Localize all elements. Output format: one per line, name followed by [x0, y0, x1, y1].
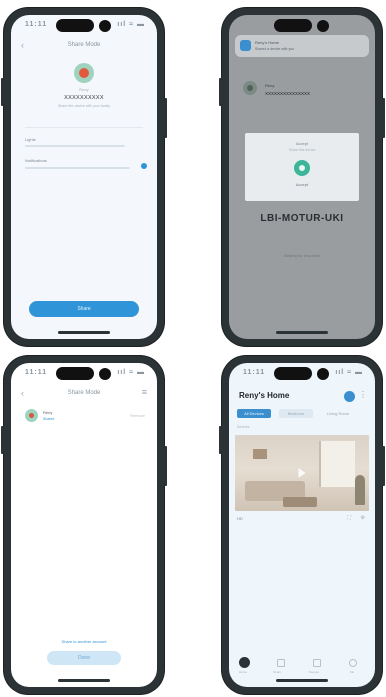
dynamic-island [274, 19, 330, 32]
nav-scenes-icon[interactable] [313, 659, 321, 667]
accept-dialog: Accept Share this device Accept [245, 133, 359, 201]
field-line [25, 167, 130, 169]
side-button [382, 98, 385, 138]
more-icon[interactable]: ⋮ [359, 390, 367, 399]
screen: Reny's Home Shared a device with you Ren… [229, 15, 375, 339]
dynamic-island [56, 367, 112, 380]
side-button [382, 446, 385, 486]
phone-2: Reny's Home Shared a device with you Ren… [219, 8, 385, 346]
notification-banner[interactable]: Reny's Home Shared a device with you [235, 35, 369, 57]
side-button [164, 98, 167, 138]
bottom-nav: Home Smart Scenes Me [229, 657, 375, 677]
section-label: Devices [237, 425, 250, 429]
side-button [219, 78, 222, 106]
share-button[interactable]: Share [29, 301, 139, 317]
side-button [1, 426, 4, 454]
phone-4: 11:11 ııl ≈ ▬ Reny's Home ⋮ All Devices … [219, 356, 385, 694]
toggle-dot[interactable] [141, 163, 147, 169]
nav-home-label: Home [239, 670, 248, 674]
remove-button[interactable]: Remove [130, 413, 145, 418]
screen: 11:11 ııl ≈ ▬ ‹ Share Mode Reny XXXXXXXX… [11, 15, 157, 339]
chip-bedroom[interactable]: Bedroom [279, 409, 313, 418]
dialog-title: Accept [295, 141, 309, 146]
camera-preview[interactable] [235, 435, 369, 511]
account-note: Share this device with your family [58, 104, 110, 108]
page-title: Share Mode [67, 390, 101, 396]
status-time: 11:11 [25, 369, 48, 376]
user-name: Reny [43, 410, 53, 415]
dynamic-island [56, 19, 112, 32]
nav-smart-icon[interactable] [277, 659, 285, 667]
dynamic-island [274, 367, 330, 380]
home-indicator [276, 331, 328, 334]
menu-icon[interactable]: ≡ [142, 387, 147, 397]
dialog-overlay-text: LBI-MOTUR-UKI [260, 213, 344, 224]
home-indicator [58, 679, 110, 682]
dialog-ok-button[interactable]: Accept [245, 182, 359, 187]
status-icons: ııl ≈ ▬ [117, 21, 145, 28]
notification-body: Shared a device with you [255, 47, 295, 51]
account-id: XXXXXXXXXX [64, 95, 104, 101]
status-time: 11:11 [25, 21, 48, 28]
side-button [219, 426, 222, 454]
table-image [283, 497, 317, 507]
divider [25, 127, 143, 128]
share-link[interactable]: Share to another account [11, 639, 157, 644]
nav-me-icon[interactable] [349, 659, 357, 667]
chip-living-room[interactable]: Living Room [321, 409, 355, 418]
nav-home-icon[interactable] [239, 657, 250, 668]
phone-3: 11:11 ııl ≈ ▬ ‹ Share Mode ≡ Reny Shared… [1, 356, 167, 694]
side-button [164, 446, 167, 486]
window-image [319, 441, 355, 487]
account-id: XXXXXXXXXXXXXXX [265, 91, 311, 96]
dialog-text: Share this device [288, 148, 316, 152]
done-button[interactable]: Done [47, 651, 121, 665]
profile-name: Reny [265, 83, 275, 88]
camera-label: HD [237, 516, 243, 521]
avatar [243, 81, 257, 95]
field-line [25, 145, 125, 147]
painting-image [253, 449, 267, 459]
nav-scenes-label: Scenes [309, 670, 320, 674]
profile-name: Reny [79, 87, 89, 92]
nav-smart-label: Smart [273, 670, 282, 674]
phone-1: 11:11 ııl ≈ ▬ ‹ Share Mode Reny XXXXXXXX… [1, 8, 167, 346]
status-icons: ııl ≈ ▬ [335, 369, 363, 376]
app-icon [240, 40, 251, 51]
plant-image [355, 475, 365, 505]
label-notifications: Notifications [25, 158, 47, 163]
avatar [74, 63, 94, 83]
room-tabs: All Devices Bedroom Living Room [237, 409, 369, 418]
screen: 11:11 ııl ≈ ▬ ‹ Share Mode ≡ Reny Shared… [11, 363, 157, 687]
play-icon[interactable] [298, 468, 306, 478]
nav-me-label: Me [350, 670, 355, 674]
header: ‹ Share Mode ≡ [11, 387, 157, 403]
status-time: 11:11 [243, 369, 266, 376]
header: ‹ Share Mode [11, 39, 157, 55]
settings-icon[interactable]: ⚙ [361, 515, 365, 521]
add-device-icon[interactable] [344, 391, 355, 402]
bottom-text: Waiting for response [283, 253, 321, 258]
notification-title: Reny's Home [255, 40, 279, 45]
status-icons: ııl ≈ ▬ [117, 369, 145, 376]
page-title: Share Mode [67, 42, 101, 48]
home-title[interactable]: Reny's Home [239, 391, 289, 400]
user-sub: Shared [43, 417, 55, 421]
home-indicator [58, 331, 110, 334]
fullscreen-icon[interactable]: ⛶ [347, 515, 351, 521]
screen: 11:11 ııl ≈ ▬ Reny's Home ⋮ All Devices … [229, 363, 375, 687]
home-indicator [276, 679, 328, 682]
device-icon [294, 160, 310, 176]
chip-all-devices[interactable]: All Devices [237, 409, 271, 418]
label-lights: Lights [25, 137, 36, 142]
side-button [1, 78, 4, 106]
avatar [25, 409, 38, 422]
